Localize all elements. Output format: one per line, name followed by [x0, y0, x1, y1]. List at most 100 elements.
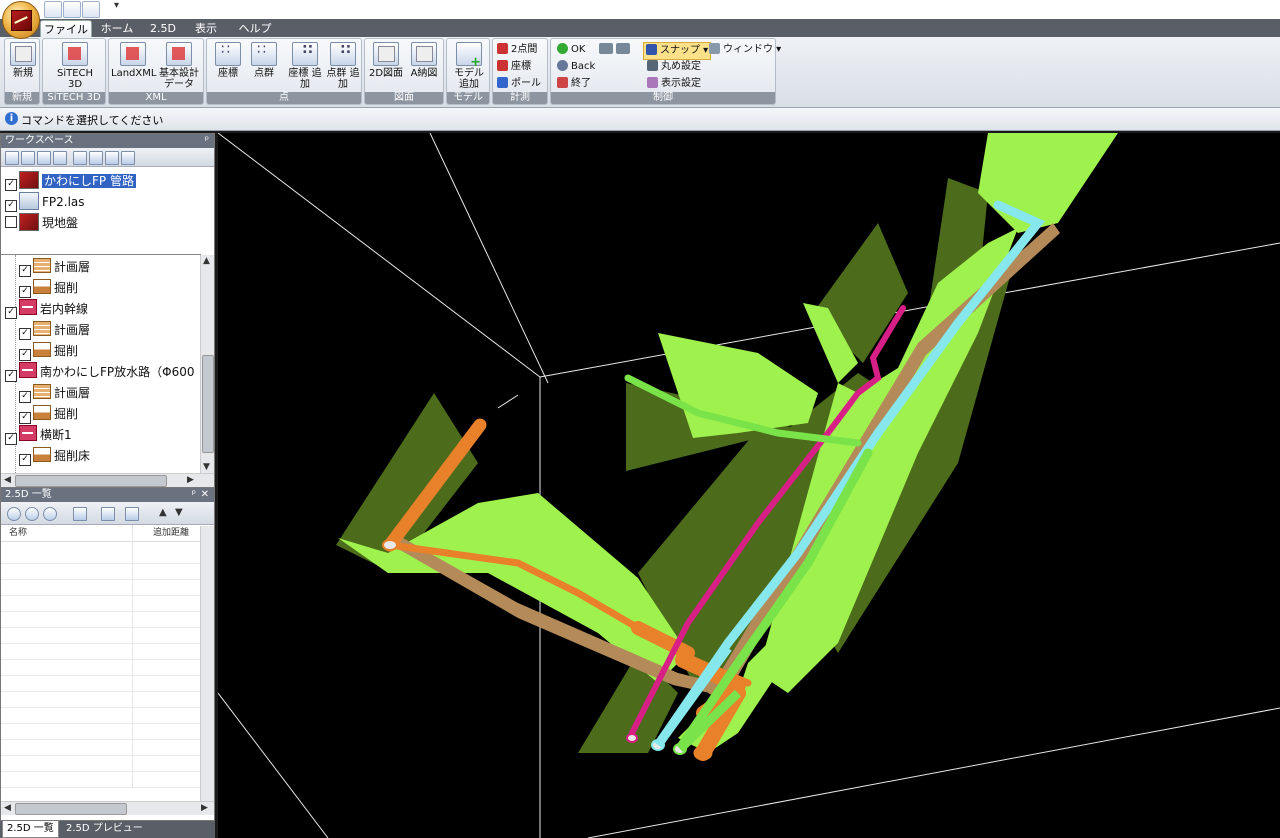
tab-list25[interactable]: 2.5D 一覧: [2, 821, 59, 838]
scroll-right-icon[interactable]: ▶: [187, 475, 194, 485]
group-icon[interactable]: [43, 507, 57, 521]
move-up-icon[interactable]: ▲: [159, 507, 167, 518]
new-file-icon[interactable]: [44, 1, 62, 18]
fit-view-icon[interactable]: [101, 507, 115, 521]
pin-icon[interactable]: ᵖ: [205, 134, 209, 148]
drawing-a-button[interactable]: A納図: [406, 42, 442, 79]
tab-view[interactable]: 表示: [188, 20, 224, 37]
tab-preview25[interactable]: 2.5D プレビュー: [62, 821, 147, 837]
landxml-button[interactable]: LandXML: [111, 42, 156, 79]
scroll-thumb[interactable]: [15, 475, 167, 487]
tree-item[interactable]: ✓ 掘削: [19, 404, 78, 424]
tools-icon[interactable]: [125, 507, 139, 521]
sitech3d-button[interactable]: SiTECH 3D: [49, 42, 101, 90]
tree-item[interactable]: ✓ 計画層: [19, 383, 90, 403]
qat-more-icon[interactable]: ▾: [114, 0, 119, 11]
excavation-icon: [33, 342, 51, 357]
rounding-button[interactable]: 丸め設定: [647, 59, 701, 75]
tree-vertical-scrollbar[interactable]: ▲ ▼: [200, 255, 214, 473]
scroll-right-icon[interactable]: ▶: [201, 803, 208, 813]
layer-checkbox[interactable]: [5, 216, 17, 228]
grid-icon[interactable]: [105, 151, 119, 165]
tree-item[interactable]: ✓ 計画層: [19, 320, 90, 340]
column-distance[interactable]: 追加距離: [153, 525, 189, 541]
tab-help[interactable]: ヘルプ: [234, 20, 276, 37]
coord-measure-button[interactable]: 座標: [497, 59, 531, 75]
swap-icon[interactable]: [89, 151, 103, 165]
group-label: SiTECH 3D: [43, 92, 105, 104]
pin-icon[interactable]: ᵖ: [192, 488, 196, 502]
frame-icon[interactable]: [73, 507, 87, 521]
layer-checkbox[interactable]: ✓: [5, 179, 17, 191]
drawing-2d-button[interactable]: 2D図面: [368, 42, 404, 79]
add-model-button[interactable]: モデル 追加: [449, 42, 489, 90]
layer-checkbox[interactable]: ✓: [5, 200, 17, 212]
tree-checkbox[interactable]: ✓: [19, 265, 31, 277]
tab-file[interactable]: ファイル: [40, 20, 92, 38]
tree-item[interactable]: ✓ 岩内幹線: [5, 299, 88, 319]
app-logo-icon: [11, 10, 32, 31]
pole-button[interactable]: ポール: [497, 76, 541, 92]
properties-icon[interactable]: [121, 151, 135, 165]
move-down-icon[interactable]: ▼: [175, 507, 183, 518]
scroll-left-icon[interactable]: ◀: [4, 475, 11, 485]
undo-redo-button[interactable]: [599, 42, 637, 58]
layer-delete-icon[interactable]: [21, 151, 35, 165]
tree-horizontal-scrollbar[interactable]: ◀ ▶: [1, 473, 214, 487]
3d-viewport[interactable]: [218, 133, 1280, 838]
tree-item[interactable]: ✓ 南かわにしFP放水路（Φ600: [5, 362, 195, 382]
window-button[interactable]: ウィンドウ ▾: [709, 42, 781, 58]
app-menu-button[interactable]: [2, 1, 40, 39]
pin-location-icon[interactable]: [7, 507, 21, 521]
add-point-group-button[interactable]: 点群 追加: [325, 42, 361, 90]
scroll-up-icon[interactable]: ▲: [203, 256, 210, 266]
snap-button[interactable]: スナップ ▾: [643, 42, 712, 60]
target-icon[interactable]: [25, 507, 39, 521]
two-point-button[interactable]: 2点間: [497, 42, 537, 58]
scroll-thumb[interactable]: [15, 803, 127, 815]
add-coord-button[interactable]: 座標 追加: [287, 42, 323, 90]
tree-item[interactable]: ✓ 掘削: [19, 341, 78, 361]
back-button[interactable]: Back: [557, 59, 595, 75]
tree-checkbox[interactable]: ✓: [19, 412, 31, 424]
tree-checkbox[interactable]: ✓: [19, 454, 31, 466]
tree-checkbox[interactable]: ✓: [5, 433, 17, 445]
tree-checkbox[interactable]: ✓: [19, 286, 31, 298]
coord-button[interactable]: 座標: [211, 42, 245, 79]
tab-25d[interactable]: 2.5D: [146, 20, 180, 37]
layer-item-pipeline[interactable]: ✓ かわにしFP 管路: [5, 171, 136, 191]
tree-checkbox[interactable]: ✓: [5, 370, 17, 382]
move-down-icon[interactable]: [53, 151, 67, 165]
excavation-icon: [33, 279, 51, 294]
tree-checkbox[interactable]: ✓: [19, 328, 31, 340]
open-folder-icon[interactable]: [63, 1, 81, 18]
tree-item[interactable]: ✓ 掘削: [19, 278, 78, 298]
list-vertical-scrollbar[interactable]: [200, 526, 214, 801]
save-icon[interactable]: [82, 1, 100, 18]
tree-item[interactable]: ✓ 横断1: [5, 425, 72, 445]
3d-scene: [218, 133, 1280, 838]
display-settings-button[interactable]: 表示設定: [647, 76, 701, 92]
list-horizontal-scrollbar[interactable]: ◀ ▶: [1, 801, 214, 815]
scroll-down-icon[interactable]: ▼: [203, 462, 210, 472]
tree-item[interactable]: ✓ 計画層: [19, 257, 90, 277]
scroll-thumb[interactable]: [202, 355, 214, 453]
layer-add-icon[interactable]: [5, 151, 19, 165]
end-button[interactable]: 終了: [557, 76, 591, 92]
move-up-icon[interactable]: [37, 151, 51, 165]
basic-design-button[interactable]: 基本設計 データ: [155, 42, 203, 90]
tree-checkbox[interactable]: ✓: [19, 349, 31, 361]
close-icon[interactable]: ✕: [201, 488, 209, 502]
point-group-button[interactable]: 点群: [247, 42, 281, 79]
tree-checkbox[interactable]: ✓: [19, 391, 31, 403]
tab-home[interactable]: ホーム: [96, 20, 138, 37]
new-button[interactable]: 新規: [8, 42, 38, 79]
layer-item-ground[interactable]: 現地盤: [5, 213, 78, 233]
scroll-left-icon[interactable]: ◀: [4, 803, 11, 813]
layer-item-las[interactable]: ✓ FP2.las: [5, 192, 85, 212]
column-name[interactable]: 名称: [9, 525, 27, 541]
tree-item[interactable]: ✓ 掘削床: [19, 446, 90, 466]
tree-checkbox[interactable]: ✓: [5, 307, 17, 319]
ok-button[interactable]: OK: [557, 42, 585, 58]
edit-icon[interactable]: [73, 151, 87, 165]
